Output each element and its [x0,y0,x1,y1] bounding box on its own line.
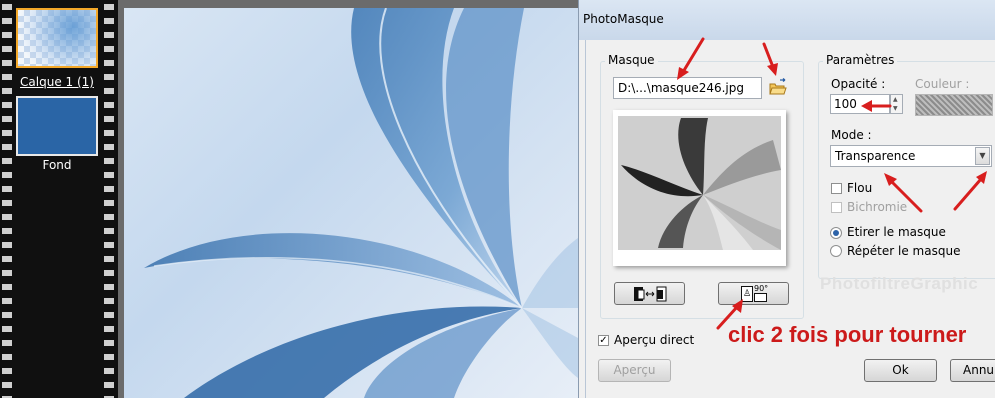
annotation-arrows [677,37,987,330]
